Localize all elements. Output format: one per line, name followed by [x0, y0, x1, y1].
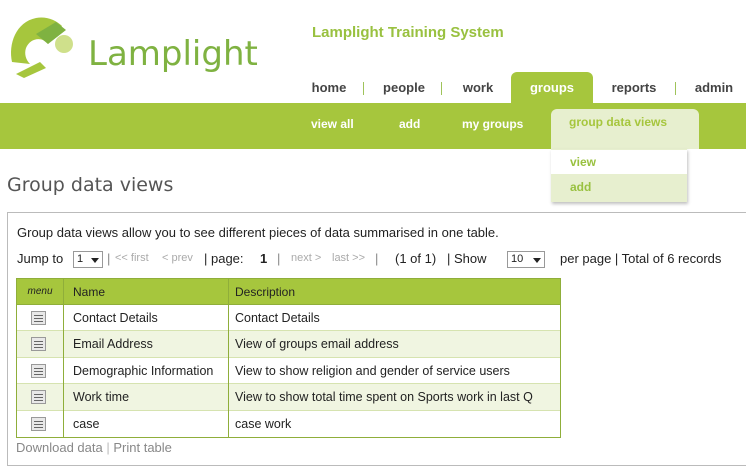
- prev-page-link[interactable]: < prev: [162, 252, 193, 264]
- subnav-group-data-views[interactable]: group data views: [551, 109, 699, 149]
- download-data-link[interactable]: Download data: [16, 440, 103, 455]
- row-menu-icon[interactable]: [31, 337, 46, 352]
- content-panel: Group data views allow you to see differ…: [7, 212, 746, 466]
- pager-divider: |: [107, 251, 111, 266]
- description-column-header[interactable]: Description: [235, 279, 295, 305]
- table-row[interactable]: case case work: [17, 411, 560, 437]
- row-description: View to show religion and gender of serv…: [235, 363, 510, 378]
- table-row[interactable]: Demographic Information View to show rel…: [17, 358, 560, 385]
- column-divider: [228, 279, 229, 437]
- nav-divider: [363, 82, 364, 95]
- first-page-link[interactable]: << first: [115, 252, 149, 264]
- menu-column-header: menu: [27, 286, 53, 297]
- subnav-dropdown: view add: [551, 149, 687, 202]
- row-name[interactable]: case: [73, 411, 229, 437]
- row-description: Contact Details: [235, 311, 320, 325]
- row-description: View to show total time spent on Sports …: [235, 390, 533, 405]
- sub-nav: view all add my groups group data views: [0, 103, 746, 149]
- table-header: menu Name Description: [17, 279, 560, 305]
- row-name[interactable]: Work time: [73, 384, 229, 410]
- dropdown-add[interactable]: add: [551, 175, 687, 199]
- top-nav: home people work groups reports admin: [0, 72, 746, 103]
- table-footer-links: Download data | Print table: [16, 440, 172, 455]
- table-row[interactable]: Contact Details Contact Details: [17, 305, 560, 332]
- system-title: Lamplight Training System: [312, 24, 504, 41]
- nav-groups[interactable]: groups: [511, 72, 593, 103]
- lamplight-logo: Lamplight: [6, 14, 258, 80]
- print-table-link[interactable]: Print table: [113, 440, 172, 455]
- chevron-down-icon: [533, 258, 541, 263]
- data-views-table: menu Name Description Contact Details Co…: [16, 278, 561, 438]
- nav-people[interactable]: people: [372, 72, 436, 103]
- page-label: | page:: [204, 251, 244, 266]
- pager-divider: |: [375, 251, 379, 266]
- page-count: (1 of 1): [395, 251, 437, 266]
- pager-divider: |: [277, 251, 281, 266]
- row-description: case work: [235, 416, 292, 431]
- nav-reports[interactable]: reports: [602, 72, 666, 103]
- subnav-my-groups[interactable]: my groups: [462, 103, 523, 149]
- intro-text: Group data views allow you to see differ…: [17, 225, 499, 240]
- dropdown-view[interactable]: view: [551, 150, 687, 174]
- records-summary: per page | Total of 6 records: [560, 251, 722, 266]
- name-column-header[interactable]: Name: [73, 279, 105, 305]
- subnav-add[interactable]: add: [399, 103, 420, 149]
- next-page-link[interactable]: next >: [291, 252, 321, 264]
- row-name[interactable]: Contact Details: [73, 305, 229, 331]
- row-menu-icon[interactable]: [31, 416, 46, 431]
- table-row[interactable]: Email Address View of groups email addre…: [17, 331, 560, 358]
- page-size-select[interactable]: 10: [507, 251, 545, 268]
- logo-wordmark: Lamplight: [88, 34, 258, 74]
- nav-work[interactable]: work: [452, 72, 504, 103]
- nav-divider: [441, 82, 442, 95]
- column-divider: [63, 279, 64, 437]
- subnav-view-all[interactable]: view all: [311, 103, 354, 149]
- row-description: View of groups email address: [235, 337, 399, 352]
- jump-to-label: Jump to: [17, 251, 64, 266]
- jump-to-select[interactable]: 1: [73, 251, 103, 268]
- nav-admin[interactable]: admin: [686, 72, 742, 103]
- nav-divider: [675, 82, 676, 95]
- jump-to-value: 1: [77, 253, 84, 265]
- row-menu-icon[interactable]: [31, 311, 46, 325]
- nav-home[interactable]: home: [300, 72, 358, 103]
- table-row[interactable]: Work time View to show total time spent …: [17, 384, 560, 411]
- page-title: Group data views: [7, 174, 174, 196]
- page-number: 1: [260, 251, 268, 266]
- row-menu-icon[interactable]: [31, 390, 46, 405]
- page-size-value: 10: [511, 253, 524, 265]
- chevron-down-icon: [91, 258, 99, 263]
- row-name[interactable]: Demographic Information: [73, 358, 229, 384]
- row-menu-icon[interactable]: [31, 363, 46, 378]
- lamp-icon: [11, 17, 73, 78]
- last-page-link[interactable]: last >>: [332, 252, 365, 264]
- row-name[interactable]: Email Address: [73, 331, 229, 357]
- show-label: | Show: [447, 251, 487, 266]
